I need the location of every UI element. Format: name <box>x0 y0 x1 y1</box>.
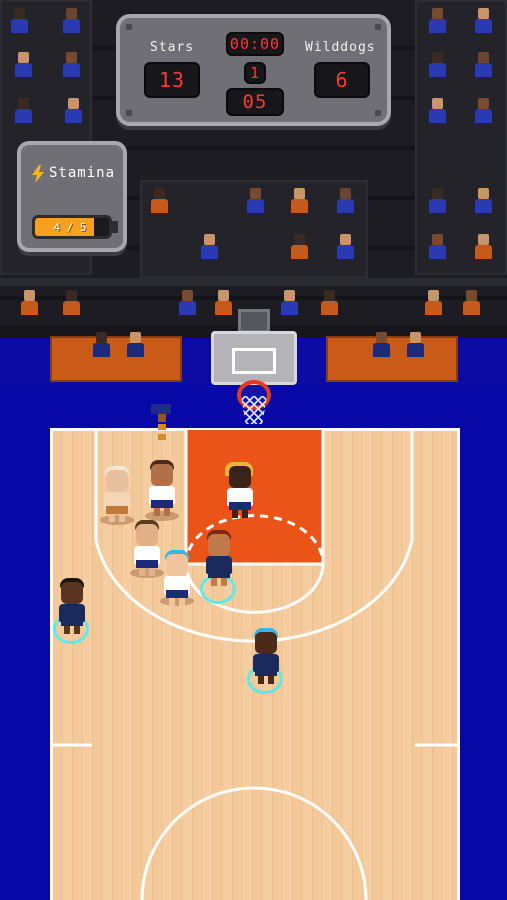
backboard <box>211 331 297 385</box>
stamina-value: 4 / 5 <box>53 220 87 234</box>
player-opponent-shooter <box>223 462 257 520</box>
stamina-bar-cap <box>112 221 118 233</box>
lightning-bolt-icon <box>32 165 44 183</box>
player-opponent-bluehair <box>160 550 194 608</box>
pass-target-marker <box>151 404 171 440</box>
player-opponent-elder <box>100 466 134 524</box>
scoreboard: Stars Wilddogs 13 6 00:00 1 05 <box>116 14 391 126</box>
backboard-support <box>238 309 270 333</box>
home-score: 13 <box>144 62 200 98</box>
player-teammate-center[interactable] <box>202 530 236 588</box>
player-opponent-guard <box>130 520 164 578</box>
stamina-label: Stamina <box>49 165 116 181</box>
period-indicator: 1 <box>244 62 266 84</box>
scoreboard-rivet <box>375 24 381 30</box>
home-team-name: Stars <box>150 40 195 55</box>
away-score: 6 <box>314 62 370 98</box>
stamina-bar: 4 / 5 <box>32 215 112 239</box>
backboard-target-box <box>232 348 276 374</box>
player-teammate-forward[interactable] <box>55 578 89 636</box>
game-clock: 00:00 <box>226 32 284 56</box>
scoreboard-rivet <box>126 24 132 30</box>
shot-clock: 05 <box>226 88 284 116</box>
stamina-panel: Stamina 4 / 5 <box>17 141 127 252</box>
center-circle <box>140 786 368 900</box>
game-arena <box>0 0 507 900</box>
scoreboard-rivet <box>126 110 132 116</box>
court-lines <box>50 430 460 900</box>
player-controlled-bluehair[interactable] <box>249 628 283 686</box>
away-team-name: Wilddogs <box>305 40 376 55</box>
scoreboard-rivet <box>375 110 381 116</box>
player-opponent-defender <box>145 460 179 518</box>
